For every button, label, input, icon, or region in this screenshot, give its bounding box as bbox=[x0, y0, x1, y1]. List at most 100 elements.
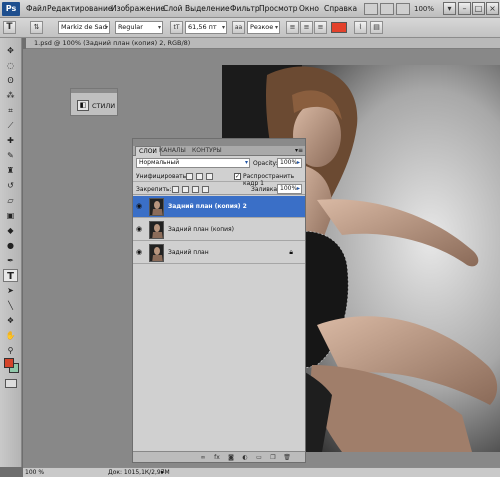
visibility-eye-icon[interactable]: ◉ bbox=[136, 203, 144, 210]
visibility-eye-icon[interactable]: ◉ bbox=[136, 226, 144, 233]
quick-mask-icon[interactable] bbox=[5, 379, 17, 388]
layer-row[interactable]: ◉ Задний план 🔒︎ bbox=[133, 242, 305, 264]
panel-grip[interactable] bbox=[71, 89, 117, 93]
menu-bar: Ps Файл Редактирование Изображение Слой … bbox=[0, 0, 500, 18]
fx-icon[interactable]: fx bbox=[213, 454, 221, 461]
maximize-icon[interactable]: □ bbox=[472, 2, 485, 15]
menu-layer[interactable]: Слой bbox=[163, 4, 183, 13]
opacity-field[interactable]: 100% ▸ bbox=[277, 158, 302, 168]
minibridge-icon[interactable] bbox=[380, 3, 394, 15]
text-color-swatch[interactable] bbox=[331, 22, 347, 33]
eyedropper-tool-icon[interactable]: ⟋ bbox=[3, 119, 18, 132]
layer-name[interactable]: Задний план (копия) 2 bbox=[168, 203, 247, 210]
zoom-tool-icon[interactable]: ⚲ bbox=[3, 344, 18, 357]
pen-tool-icon[interactable]: ✒ bbox=[3, 254, 18, 267]
layer-row[interactable]: ◉ Задний план (копия) 2 bbox=[133, 196, 305, 218]
visibility-eye-icon[interactable]: ◉ bbox=[136, 249, 144, 256]
menu-window[interactable]: Окно bbox=[299, 4, 319, 13]
align-left-icon[interactable]: ≡ bbox=[286, 21, 299, 34]
hand-zoom-icon[interactable] bbox=[396, 3, 410, 15]
shape-tool-icon[interactable]: ╲ bbox=[3, 299, 18, 312]
lock-image-icon[interactable] bbox=[182, 186, 189, 193]
align-center-icon[interactable]: ≡ bbox=[300, 21, 313, 34]
blend-mode-select[interactable]: Нормальный ▾ bbox=[136, 158, 250, 168]
status-arrow-icon[interactable]: ▸ bbox=[161, 468, 165, 476]
chevron-down-icon: ▾ bbox=[157, 24, 161, 31]
tab-paths[interactable]: КОНТУРЫ bbox=[189, 146, 225, 156]
brush-tool-icon[interactable]: ✎ bbox=[3, 149, 18, 162]
close-icon[interactable]: × bbox=[486, 2, 499, 15]
tab-channels[interactable]: КАНАЛЫ bbox=[156, 146, 189, 156]
quick-select-tool-icon[interactable]: ⁂ bbox=[3, 89, 18, 102]
gradient-tool-icon[interactable]: ▣ bbox=[3, 209, 18, 222]
fill-field[interactable]: 100% ▸ bbox=[277, 184, 302, 194]
panel-tabs: СЛОИ КАНАЛЫ КОНТУРЫ ▾≡ bbox=[133, 146, 305, 156]
blur-tool-icon[interactable]: ◆ bbox=[3, 224, 18, 237]
history-brush-tool-icon[interactable]: ↺ bbox=[3, 179, 18, 192]
document-title: 1.psd @ 100% (Задний план (копия) 2, RGB… bbox=[34, 39, 191, 47]
lock-all-icon[interactable] bbox=[202, 186, 209, 193]
foreground-color-swatch[interactable] bbox=[4, 358, 14, 368]
unify-visibility-icon[interactable] bbox=[196, 173, 203, 180]
marquee-tool-icon[interactable]: ◌ bbox=[3, 59, 18, 72]
trash-icon[interactable]: 🗑︎ bbox=[283, 454, 291, 461]
panel-title-bar[interactable] bbox=[133, 139, 305, 146]
type-tool-icon[interactable]: T bbox=[3, 269, 18, 282]
character-panel-icon[interactable]: ▤ bbox=[370, 21, 383, 34]
font-size-select[interactable]: 61,56 пт ▾ bbox=[185, 21, 227, 34]
minimize-icon[interactable]: – bbox=[458, 2, 471, 15]
lasso-tool-icon[interactable]: ʘ bbox=[3, 74, 18, 87]
unify-style-icon[interactable] bbox=[206, 173, 213, 180]
menu-file[interactable]: Файл bbox=[26, 4, 47, 13]
hand-tool-icon[interactable]: ✋ bbox=[3, 329, 18, 342]
group-icon[interactable]: ▭ bbox=[255, 454, 263, 461]
move-tool-icon[interactable]: ✥ bbox=[3, 44, 18, 57]
healing-brush-tool-icon[interactable]: ✚ bbox=[3, 134, 18, 147]
align-right-icon[interactable]: ≡ bbox=[314, 21, 327, 34]
layer-thumbnail bbox=[149, 221, 164, 239]
type-tool-preset-icon[interactable]: T bbox=[3, 21, 16, 34]
link-icon[interactable]: ∞ bbox=[199, 454, 207, 461]
document-tab[interactable]: 1.psd @ 100% (Задний план (копия) 2, RGB… bbox=[26, 38, 500, 49]
menu-help[interactable]: Справка bbox=[324, 4, 357, 13]
chevron-down-icon: ▾ bbox=[104, 24, 108, 31]
menu-filter[interactable]: Фильтр bbox=[230, 4, 260, 13]
styles-icon: ◧ bbox=[77, 100, 89, 111]
dodge-tool-icon[interactable]: ● bbox=[3, 239, 18, 252]
3d-rotate-tool-icon[interactable]: ❖ bbox=[3, 314, 18, 327]
zoom-level[interactable]: 100% bbox=[414, 5, 434, 13]
photoshop-logo: Ps bbox=[2, 2, 20, 16]
layer-name[interactable]: Задний план (копия) bbox=[168, 226, 234, 233]
eraser-tool-icon[interactable]: ▱ bbox=[3, 194, 18, 207]
menu-image[interactable]: Изображение bbox=[111, 4, 165, 13]
layer-row[interactable]: ◉ Задний план (копия) bbox=[133, 219, 305, 241]
lock-label: Закрепить: bbox=[136, 186, 172, 193]
layer-name[interactable]: Задний план bbox=[168, 249, 209, 256]
warp-text-icon[interactable]: ⌇ bbox=[354, 21, 367, 34]
crop-tool-icon[interactable]: ⌗ bbox=[3, 104, 18, 117]
propagate-checkbox[interactable]: ✓ bbox=[234, 173, 241, 180]
adjustment-icon[interactable]: ◐ bbox=[241, 454, 249, 461]
unify-label: Унифицировать: bbox=[136, 173, 189, 180]
text-orientation-icon[interactable]: ⇅ bbox=[30, 21, 43, 34]
panel-menu-icon[interactable]: ▾≡ bbox=[295, 147, 303, 154]
mask-icon[interactable]: ◙ bbox=[227, 454, 235, 461]
arrange-icon[interactable]: ▾ bbox=[443, 2, 456, 15]
lock-transparency-icon[interactable] bbox=[172, 186, 179, 193]
path-select-tool-icon[interactable]: ➤ bbox=[3, 284, 18, 297]
menu-select[interactable]: Выделение bbox=[185, 4, 230, 13]
clone-stamp-tool-icon[interactable]: ♜ bbox=[3, 164, 18, 177]
lock-position-icon[interactable] bbox=[192, 186, 199, 193]
status-zoom[interactable]: 100 % bbox=[25, 469, 44, 476]
bridge-icon[interactable] bbox=[364, 3, 378, 15]
antialias-select[interactable]: Резкое ▾ bbox=[247, 21, 280, 34]
menu-edit[interactable]: Редактирование bbox=[47, 4, 112, 13]
new-layer-icon[interactable]: ❐ bbox=[269, 454, 277, 461]
unify-position-icon[interactable] bbox=[186, 173, 193, 180]
font-style-select[interactable]: Regular ▾ bbox=[115, 21, 163, 34]
layer-thumbnail bbox=[149, 244, 164, 262]
styles-panel[interactable]: ◧ СТИЛИ bbox=[70, 88, 118, 116]
font-family-select[interactable]: Markiz de Sad scr...▾ bbox=[58, 21, 110, 34]
lock-icon: 🔒︎ bbox=[289, 248, 293, 256]
menu-view[interactable]: Просмотр bbox=[259, 4, 298, 13]
